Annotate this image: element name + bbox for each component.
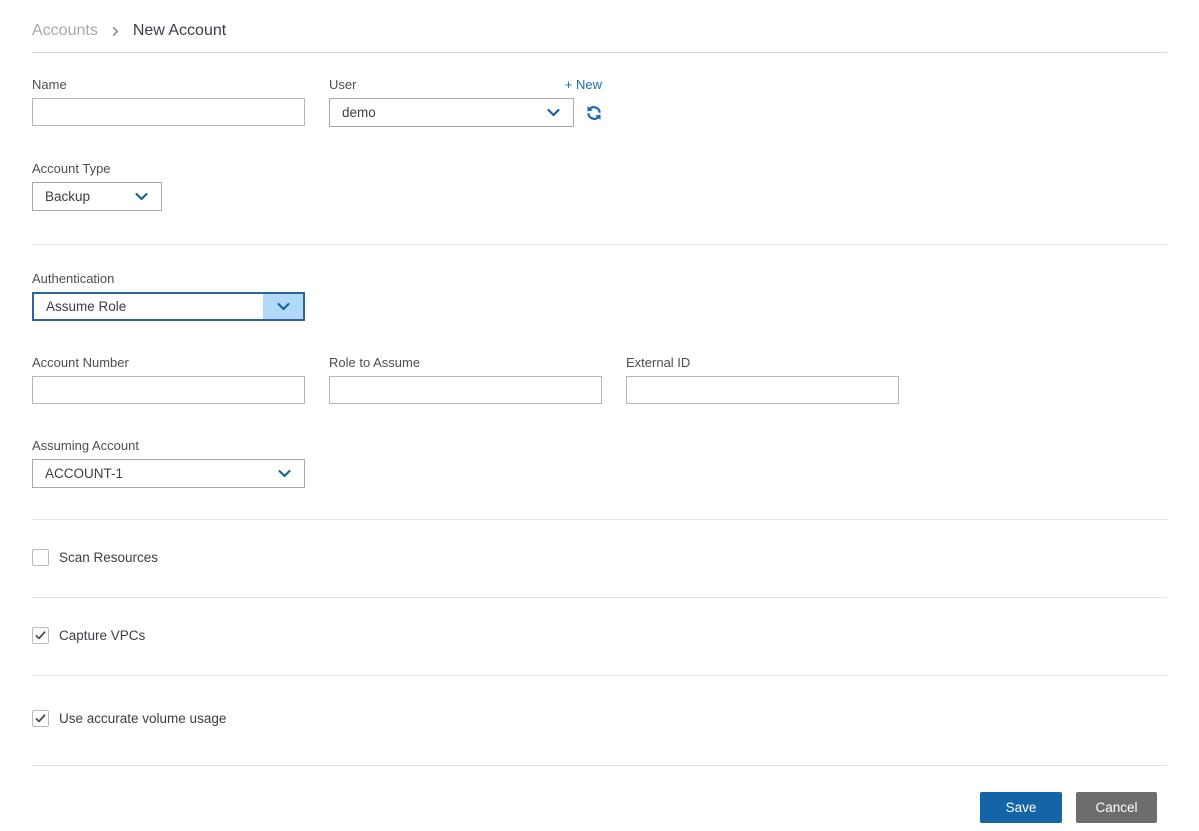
assuming-account-field-group: Assuming Account ACCOUNT-1 (32, 437, 1167, 488)
external-id-input[interactable] (626, 376, 899, 404)
breadcrumb: Accounts New Account (32, 0, 1167, 53)
name-field-group: Name (32, 76, 305, 127)
chevron-down-icon (264, 460, 304, 487)
account-number-label: Account Number (32, 355, 129, 370)
chevron-down-icon (263, 294, 303, 319)
scan-resources-checkbox[interactable] (32, 549, 49, 566)
assuming-account-select[interactable]: ACCOUNT-1 (32, 459, 305, 488)
authentication-select-value: Assume Role (46, 299, 127, 314)
breadcrumb-current-page: New Account (132, 22, 227, 39)
breadcrumb-accounts-link[interactable]: Accounts (32, 22, 98, 40)
external-id-label: External ID (626, 355, 691, 370)
name-input[interactable] (32, 98, 305, 126)
authentication-section: Authentication Assume Role Account Numbe… (32, 245, 1167, 488)
save-button[interactable]: Save (980, 792, 1062, 823)
accurate-volume-usage-label: Use accurate volume usage (59, 711, 227, 726)
account-type-field-group: Account Type Backup (32, 160, 1167, 211)
capture-vpcs-checkbox[interactable] (32, 627, 49, 644)
account-type-label: Account Type (32, 161, 111, 176)
authentication-select[interactable]: Assume Role (32, 292, 305, 321)
chevron-down-icon (533, 99, 573, 126)
account-number-input[interactable] (32, 376, 305, 404)
basic-info-section: Name User + New demo Account Type Backup (32, 53, 1167, 211)
authentication-field-group: Authentication Assume Role (32, 270, 1167, 321)
user-select-value: demo (342, 105, 376, 120)
accurate-volume-usage-checkbox[interactable] (32, 710, 49, 727)
user-label: User (329, 77, 357, 92)
cancel-button[interactable]: Cancel (1076, 792, 1157, 823)
capture-vpcs-row: Capture VPCs (32, 598, 1167, 675)
account-type-select-value: Backup (45, 189, 91, 204)
external-id-field-group: External ID (626, 354, 899, 404)
new-user-link[interactable]: + New (565, 77, 602, 92)
refresh-users-icon[interactable] (586, 105, 602, 121)
breadcrumb-chevron-right-icon (110, 26, 121, 37)
scan-resources-row: Scan Resources (32, 520, 1167, 597)
account-type-select[interactable]: Backup (32, 182, 162, 211)
authentication-label: Authentication (32, 271, 115, 286)
account-number-field-group: Account Number (32, 354, 305, 404)
role-to-assume-field-group: Role to Assume (329, 354, 602, 404)
assuming-account-select-value: ACCOUNT-1 (45, 466, 124, 481)
role-to-assume-input[interactable] (329, 376, 602, 404)
accurate-volume-usage-row: Use accurate volume usage (32, 676, 1167, 765)
new-account-page: Accounts New Account Name User + New dem… (0, 0, 1199, 823)
role-to-assume-label: Role to Assume (329, 355, 421, 370)
form-actions: Save Cancel (32, 766, 1167, 823)
user-select[interactable]: demo (329, 98, 574, 127)
capture-vpcs-label: Capture VPCs (59, 628, 146, 643)
name-label: Name (32, 77, 67, 92)
assuming-account-label: Assuming Account (32, 438, 139, 453)
user-field-group: User + New demo (329, 76, 602, 127)
chevron-down-icon (121, 183, 161, 210)
scan-resources-label: Scan Resources (59, 550, 159, 565)
